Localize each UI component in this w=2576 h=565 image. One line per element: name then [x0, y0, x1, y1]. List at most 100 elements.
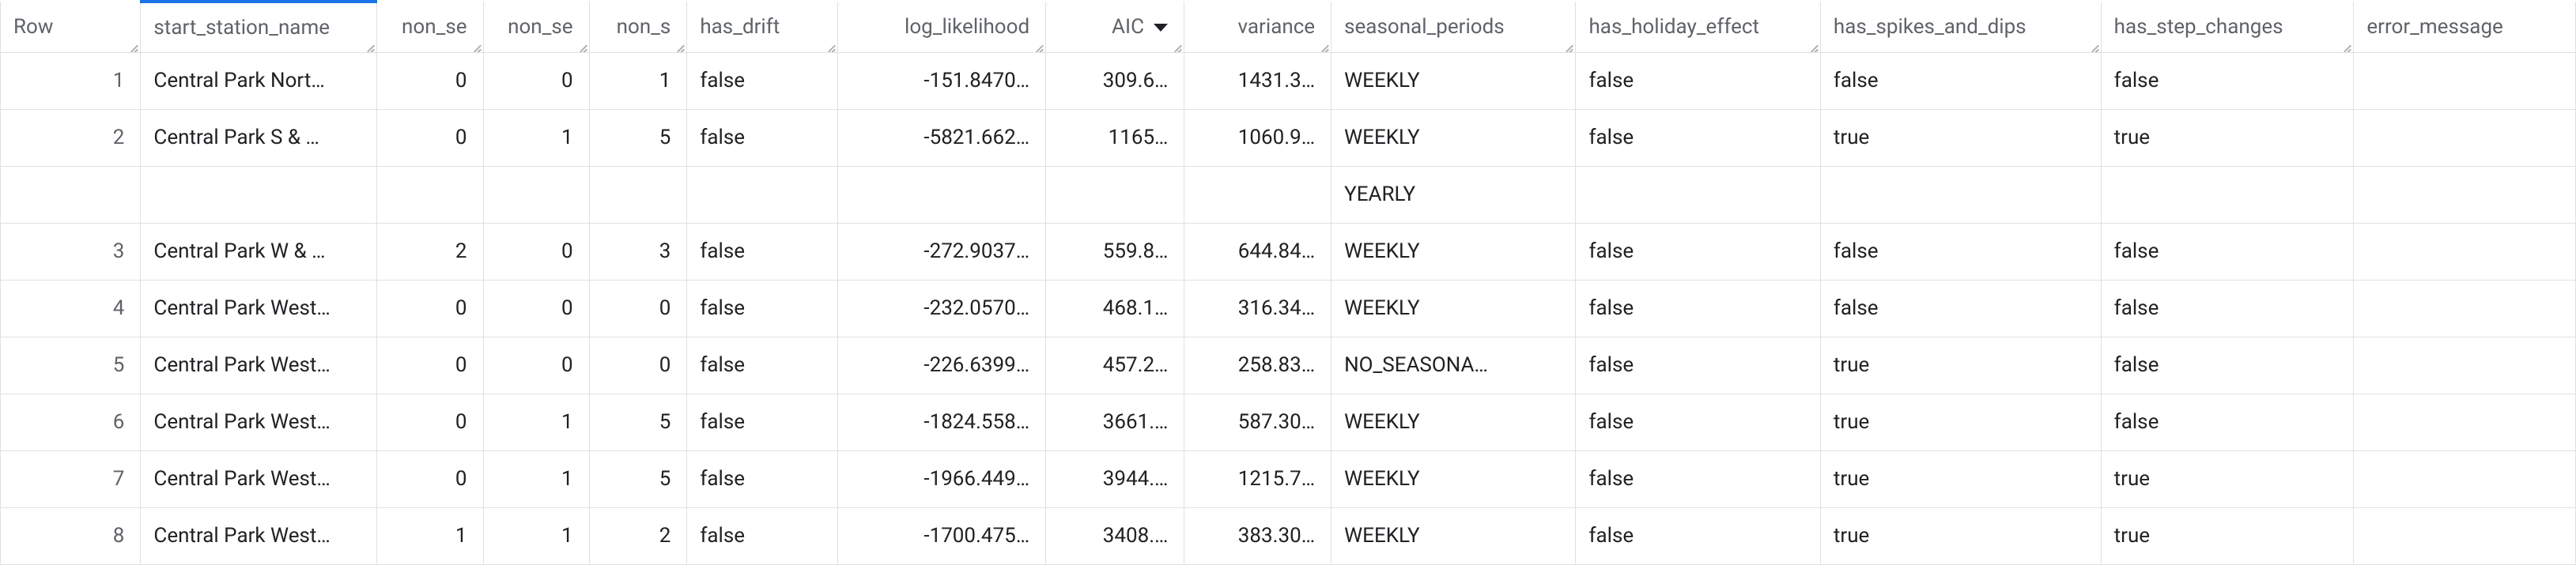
cell-station[interactable]: Central Park W & … — [141, 223, 377, 280]
cell-seasonal-periods[interactable]: WEEKLY — [1331, 394, 1576, 450]
cell-log-likelihood[interactable]: -1824.558… — [838, 394, 1046, 450]
cell-non-se-2[interactable]: 0 — [483, 280, 589, 337]
cell-sub[interactable] — [2101, 166, 2354, 223]
cell-aic[interactable]: 3408.… — [1046, 507, 1184, 564]
resize-handle-icon[interactable] — [1315, 36, 1329, 51]
cell-seasonal-periods[interactable]: NO_SEASONA… — [1331, 337, 1576, 394]
cell-has-drift[interactable]: false — [687, 394, 838, 450]
cell-sub[interactable] — [2354, 166, 2576, 223]
header-non-se-2[interactable]: non_se — [483, 2, 589, 52]
resize-handle-icon[interactable] — [822, 36, 836, 51]
cell-has-drift[interactable]: false — [687, 450, 838, 507]
cell-sub[interactable] — [1820, 166, 2101, 223]
table-row[interactable]: 2Central Park S & …015false-5821.662…116… — [1, 109, 2576, 166]
resize-handle-icon[interactable] — [124, 36, 138, 51]
cell-seasonal-periods-sub[interactable]: YEARLY — [1331, 166, 1576, 223]
cell-variance[interactable]: 1215.7… — [1184, 450, 1331, 507]
cell-variance[interactable]: 383.30… — [1184, 507, 1331, 564]
table-row[interactable]: 8Central Park West…112false-1700.475…340… — [1, 507, 2576, 564]
cell-non-se-2[interactable]: 0 — [483, 52, 589, 109]
cell-seasonal-periods[interactable]: WEEKLY — [1331, 450, 1576, 507]
cell-row-num[interactable]: 7 — [1, 450, 141, 507]
cell-has-drift[interactable]: false — [687, 109, 838, 166]
table-row[interactable]: 6Central Park West…015false-1824.558…366… — [1, 394, 2576, 450]
resize-handle-icon[interactable] — [2337, 36, 2351, 51]
cell-row-num[interactable]: 8 — [1, 507, 141, 564]
header-non-se-1[interactable]: non_se — [377, 2, 483, 52]
resize-handle-icon[interactable] — [467, 36, 482, 51]
cell-seasonal-periods[interactable]: WEEKLY — [1331, 52, 1576, 109]
cell-has-holiday-effect[interactable]: false — [1576, 109, 1820, 166]
cell-error-message[interactable] — [2354, 507, 2576, 564]
cell-has-step-changes[interactable]: false — [2101, 337, 2354, 394]
cell-has-step-changes[interactable]: true — [2101, 450, 2354, 507]
cell-has-step-changes[interactable]: false — [2101, 223, 2354, 280]
cell-error-message[interactable] — [2354, 223, 2576, 280]
cell-aic[interactable]: 559.8… — [1046, 223, 1184, 280]
cell-sub[interactable] — [483, 166, 589, 223]
cell-non-s[interactable]: 0 — [589, 280, 687, 337]
cell-non-se-1[interactable]: 0 — [377, 109, 483, 166]
cell-sub[interactable] — [141, 166, 377, 223]
cell-has-holiday-effect[interactable]: false — [1576, 450, 1820, 507]
cell-error-message[interactable] — [2354, 109, 2576, 166]
cell-sub[interactable] — [1, 166, 141, 223]
cell-aic[interactable]: 3944.… — [1046, 450, 1184, 507]
cell-sub[interactable] — [377, 166, 483, 223]
header-non-s[interactable]: non_s — [589, 2, 687, 52]
resize-handle-icon[interactable] — [1559, 36, 1573, 51]
cell-has-step-changes[interactable]: false — [2101, 280, 2354, 337]
cell-non-s[interactable]: 5 — [589, 450, 687, 507]
cell-has-drift[interactable]: false — [687, 223, 838, 280]
cell-non-se-1[interactable]: 0 — [377, 450, 483, 507]
cell-non-se-2[interactable]: 0 — [483, 337, 589, 394]
cell-non-se-1[interactable]: 2 — [377, 223, 483, 280]
header-has-holiday-effect[interactable]: has_holiday_effect — [1576, 2, 1820, 52]
cell-variance[interactable]: 316.34… — [1184, 280, 1331, 337]
cell-non-se-1[interactable]: 1 — [377, 507, 483, 564]
table-row[interactable]: 4Central Park West…000false-232.0570…468… — [1, 280, 2576, 337]
cell-station[interactable]: Central Park S & … — [141, 109, 377, 166]
header-has-step-changes[interactable]: has_step_changes — [2101, 2, 2354, 52]
cell-has-spikes-and-dips[interactable]: false — [1820, 223, 2101, 280]
cell-log-likelihood[interactable]: -151.8470… — [838, 52, 1046, 109]
resize-handle-icon[interactable] — [1168, 36, 1182, 51]
cell-has-holiday-effect[interactable]: false — [1576, 507, 1820, 564]
cell-has-drift[interactable]: false — [687, 280, 838, 337]
cell-non-s[interactable]: 3 — [589, 223, 687, 280]
header-row-num[interactable]: Row — [1, 2, 141, 52]
resize-handle-icon[interactable] — [573, 36, 587, 51]
resize-handle-icon[interactable] — [670, 36, 685, 51]
cell-has-drift[interactable]: false — [687, 337, 838, 394]
cell-non-se-1[interactable]: 0 — [377, 280, 483, 337]
cell-has-holiday-effect[interactable]: false — [1576, 337, 1820, 394]
cell-sub[interactable] — [687, 166, 838, 223]
cell-log-likelihood[interactable]: -1700.475… — [838, 507, 1046, 564]
cell-row-num[interactable]: 3 — [1, 223, 141, 280]
cell-log-likelihood[interactable]: -1966.449… — [838, 450, 1046, 507]
cell-row-num[interactable]: 2 — [1, 109, 141, 166]
cell-has-holiday-effect[interactable]: false — [1576, 280, 1820, 337]
cell-log-likelihood[interactable]: -272.9037… — [838, 223, 1046, 280]
cell-non-s[interactable]: 1 — [589, 52, 687, 109]
cell-aic[interactable]: 309.6… — [1046, 52, 1184, 109]
cell-non-s[interactable]: 5 — [589, 394, 687, 450]
cell-has-spikes-and-dips[interactable]: false — [1820, 52, 2101, 109]
table-row[interactable]: 3Central Park W & …203false-272.9037…559… — [1, 223, 2576, 280]
cell-sub[interactable] — [589, 166, 687, 223]
header-has-spikes-and-dips[interactable]: has_spikes_and_dips — [1820, 2, 2101, 52]
cell-variance[interactable]: 1431.3… — [1184, 52, 1331, 109]
header-has-drift[interactable]: has_drift — [687, 2, 838, 52]
cell-log-likelihood[interactable]: -232.0570… — [838, 280, 1046, 337]
cell-sub[interactable] — [838, 166, 1046, 223]
cell-has-step-changes[interactable]: false — [2101, 52, 2354, 109]
cell-station[interactable]: Central Park Nort… — [141, 52, 377, 109]
cell-error-message[interactable] — [2354, 394, 2576, 450]
cell-has-spikes-and-dips[interactable]: true — [1820, 394, 2101, 450]
cell-error-message[interactable] — [2354, 337, 2576, 394]
cell-station[interactable]: Central Park West… — [141, 337, 377, 394]
cell-non-se-1[interactable]: 0 — [377, 394, 483, 450]
resize-handle-icon[interactable] — [1029, 36, 1044, 51]
cell-non-se-1[interactable]: 0 — [377, 52, 483, 109]
table-row[interactable]: 1Central Park Nort…001false-151.8470…309… — [1, 52, 2576, 109]
